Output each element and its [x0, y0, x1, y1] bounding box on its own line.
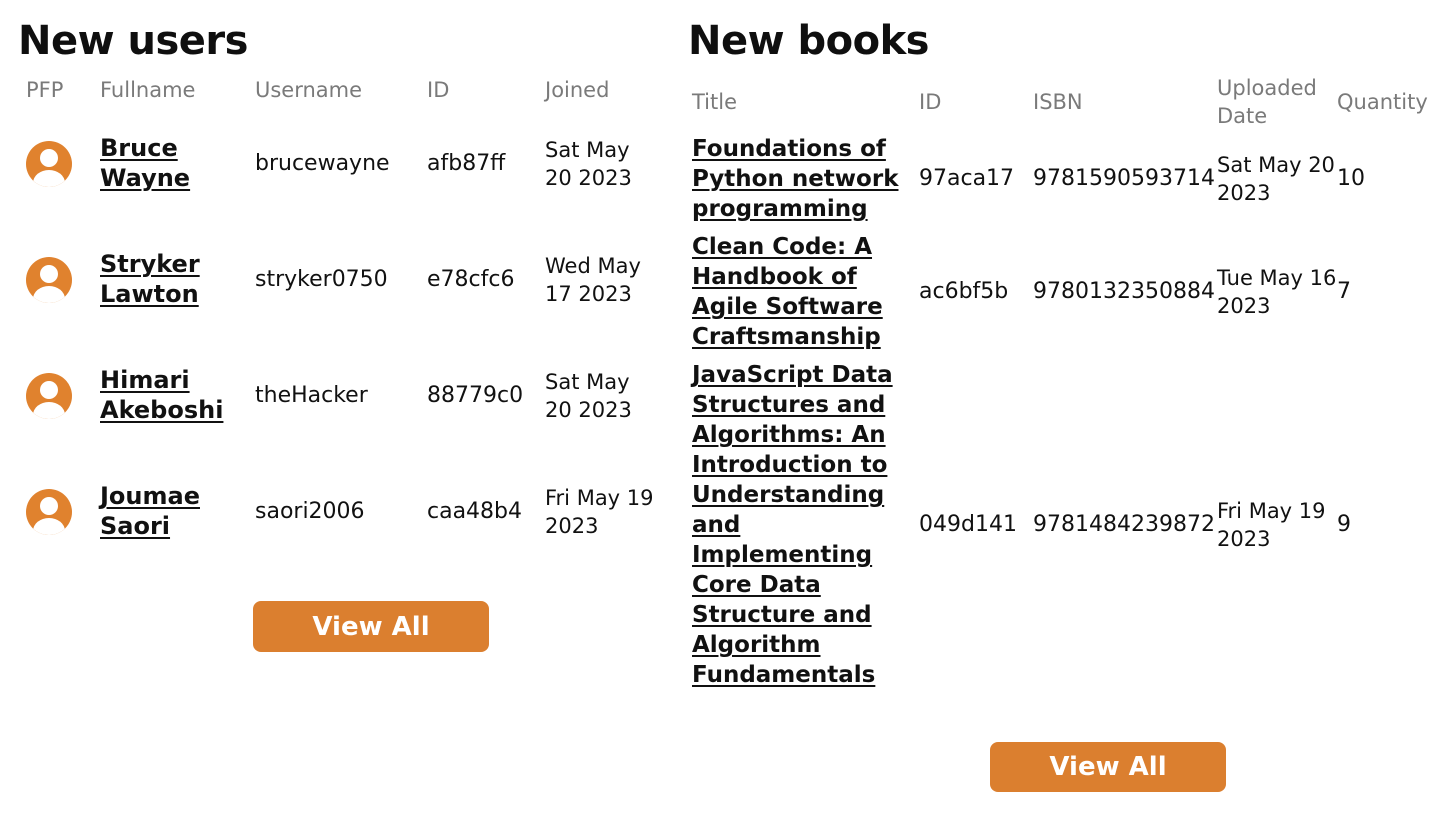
users-view-all-button[interactable]: View All: [253, 601, 489, 652]
new-users-section: New users PFP Fullname Username ID Joine…: [18, 18, 658, 540]
book-row: Foundations of Python network programmin…: [688, 130, 1437, 228]
user-pfp-cell: [18, 338, 100, 454]
book-quantity: 7: [1337, 279, 1351, 304]
user-username: stryker0750: [255, 267, 388, 292]
column-header-pfp: PFP: [26, 78, 64, 102]
user-id: caa48b4: [427, 499, 523, 524]
user-fullname-link[interactable]: Stryker Lawton: [100, 250, 200, 308]
book-title-link[interactable]: Foundations of Python network programmin…: [692, 136, 898, 222]
user-row: Joumae Saori saori2006 caa48b4 Fri May 1…: [18, 454, 655, 570]
column-header-quantity: Quantity: [1337, 90, 1428, 114]
book-uploaded-date: Sat May 20 2023: [1217, 153, 1335, 205]
user-avatar-icon: [26, 489, 72, 535]
user-pfp-cell: [18, 454, 100, 570]
user-avatar-icon: [26, 141, 72, 187]
user-id: 88779c0: [427, 383, 524, 408]
user-username: saori2006: [255, 499, 365, 524]
user-fullname-cell: Bruce Wayne: [100, 106, 255, 222]
user-joined-date: Sat May 20 2023: [545, 138, 632, 190]
book-isbn: 9781484239872: [1033, 512, 1215, 537]
book-id: 97aca17: [919, 166, 1015, 191]
book-uploaded-date: Tue May 16 2023: [1217, 266, 1337, 318]
new-users-heading: New users: [18, 18, 248, 64]
user-fullname-link[interactable]: Joumae Saori: [100, 482, 200, 540]
user-fullname-link[interactable]: Himari Akeboshi: [100, 366, 223, 424]
book-uploaded-date: Fri May 19 2023: [1217, 499, 1326, 551]
column-header-title: Title: [692, 90, 738, 114]
user-fullname-link[interactable]: Bruce Wayne: [100, 134, 190, 192]
book-title-cell: Foundations of Python network programmin…: [688, 130, 919, 228]
book-row: Clean Code: A Handbook of Agile Software…: [688, 228, 1437, 356]
book-title-link[interactable]: Clean Code: A Handbook of Agile Software…: [692, 234, 883, 350]
column-header-id: ID: [919, 90, 942, 114]
user-row: Bruce Wayne brucewayne afb87ff Sat May 2…: [18, 106, 655, 222]
book-title-cell: JavaScript Data Structures and Algorithm…: [688, 356, 919, 694]
book-quantity: 10: [1337, 166, 1365, 191]
book-title-cell: Clean Code: A Handbook of Agile Software…: [688, 228, 919, 356]
user-row: Stryker Lawton stryker0750 e78cfc6 Wed M…: [18, 222, 655, 338]
user-joined-date: Fri May 19 2023: [545, 486, 654, 538]
book-row: JavaScript Data Structures and Algorithm…: [688, 356, 1437, 694]
book-id: 049d141: [919, 512, 1017, 537]
book-id: ac6bf5b: [919, 279, 1009, 304]
user-avatar-icon: [26, 373, 72, 419]
user-id: afb87ff: [427, 151, 506, 176]
new-books-heading: New books: [688, 18, 930, 64]
user-fullname-cell: Joumae Saori: [100, 454, 255, 570]
book-title-link[interactable]: JavaScript Data Structures and Algorithm…: [692, 362, 893, 688]
user-pfp-cell: [18, 106, 100, 222]
user-joined-date: Wed May 17 2023: [545, 254, 641, 306]
book-isbn: 9780132350884: [1033, 279, 1215, 304]
column-header-username: Username: [255, 78, 363, 102]
column-header-isbn: ISBN: [1033, 90, 1083, 114]
user-username: theHacker: [255, 383, 368, 408]
book-isbn: 9781590593714: [1033, 166, 1215, 191]
users-table: PFP Fullname Username ID Joined Bruce Wa…: [18, 74, 655, 570]
column-header-id: ID: [427, 78, 450, 102]
user-username: brucewayne: [255, 151, 390, 176]
books-table: Title ID ISBN Uploaded Date Quantity Fou…: [688, 74, 1437, 694]
new-books-section: New books Title ID ISBN Uploaded Date Qu…: [688, 18, 1448, 688]
users-table-header-row: PFP Fullname Username ID Joined: [18, 74, 655, 106]
user-avatar-icon: [26, 257, 72, 303]
books-table-header-row: Title ID ISBN Uploaded Date Quantity: [688, 74, 1437, 130]
user-fullname-cell: Himari Akeboshi: [100, 338, 255, 454]
column-header-fullname: Fullname: [100, 78, 196, 102]
column-header-uploaded-date: Uploaded Date: [1217, 76, 1317, 128]
book-quantity: 9: [1337, 512, 1351, 537]
user-joined-date: Sat May 20 2023: [545, 370, 632, 422]
user-row: Himari Akeboshi theHacker 88779c0 Sat Ma…: [18, 338, 655, 454]
user-pfp-cell: [18, 222, 100, 338]
books-view-all-button[interactable]: View All: [990, 742, 1226, 792]
column-header-joined: Joined: [545, 78, 610, 102]
user-id: e78cfc6: [427, 267, 515, 292]
user-fullname-cell: Stryker Lawton: [100, 222, 255, 338]
